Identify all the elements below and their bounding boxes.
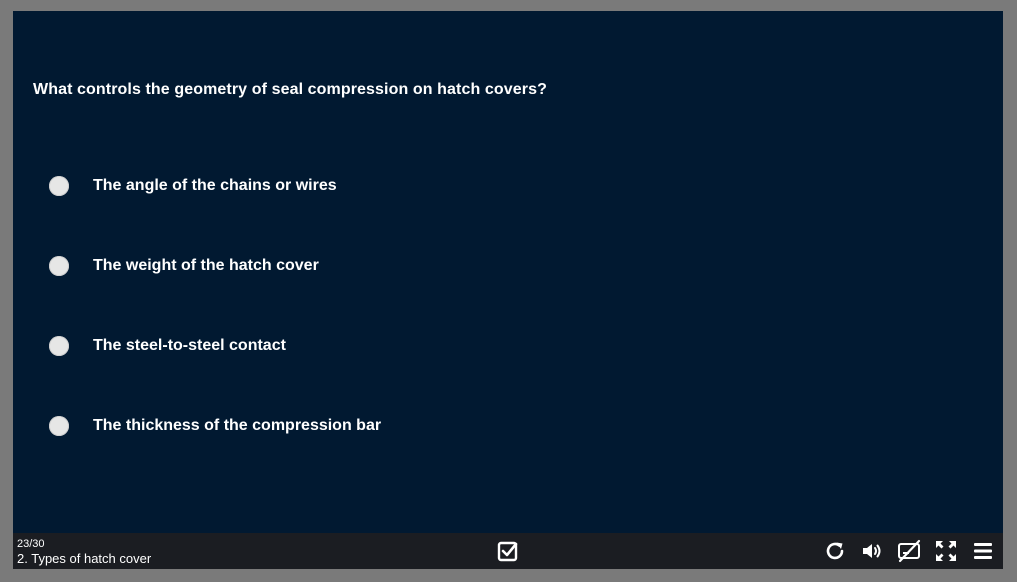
quiz-slide: What controls the geometry of seal compr… [13, 11, 1003, 569]
question-text: What controls the geometry of seal compr… [33, 81, 547, 98]
answer-option-2[interactable]: The weight of the hatch cover [49, 255, 319, 277]
answer-option-label: The weight of the hatch cover [93, 257, 319, 274]
radio-button[interactable] [49, 336, 69, 356]
checkbox-check-icon [497, 541, 518, 562]
radio-button[interactable] [49, 416, 69, 436]
answer-option-1[interactable]: The angle of the chains or wires [49, 175, 337, 197]
slide-progress: 23/30 [17, 538, 45, 550]
section-title: 2. Types of hatch cover [17, 551, 152, 566]
replay-icon [826, 542, 844, 560]
answer-option-label: The steel-to-steel contact [93, 337, 286, 354]
fullscreen-icon [936, 541, 956, 561]
volume-icon [863, 544, 881, 558]
replay-button[interactable] [823, 539, 847, 563]
radio-button[interactable] [49, 176, 69, 196]
answer-option-4[interactable]: The thickness of the compression bar [49, 415, 381, 437]
volume-button[interactable] [860, 539, 884, 563]
fullscreen-button[interactable] [934, 539, 958, 563]
player-control-bar: 23/30 2. Types of hatch cover [13, 533, 1003, 569]
captions-off-icon [898, 539, 921, 563]
answer-option-label: The thickness of the compression bar [93, 417, 382, 434]
menu-button[interactable] [971, 539, 995, 563]
menu-icon [974, 543, 992, 559]
answer-option-3[interactable]: The steel-to-steel contact [49, 335, 286, 357]
captions-button[interactable] [897, 539, 921, 563]
answer-option-label: The angle of the chains or wires [93, 177, 337, 194]
radio-button[interactable] [49, 256, 69, 276]
submit-button[interactable] [497, 540, 519, 562]
